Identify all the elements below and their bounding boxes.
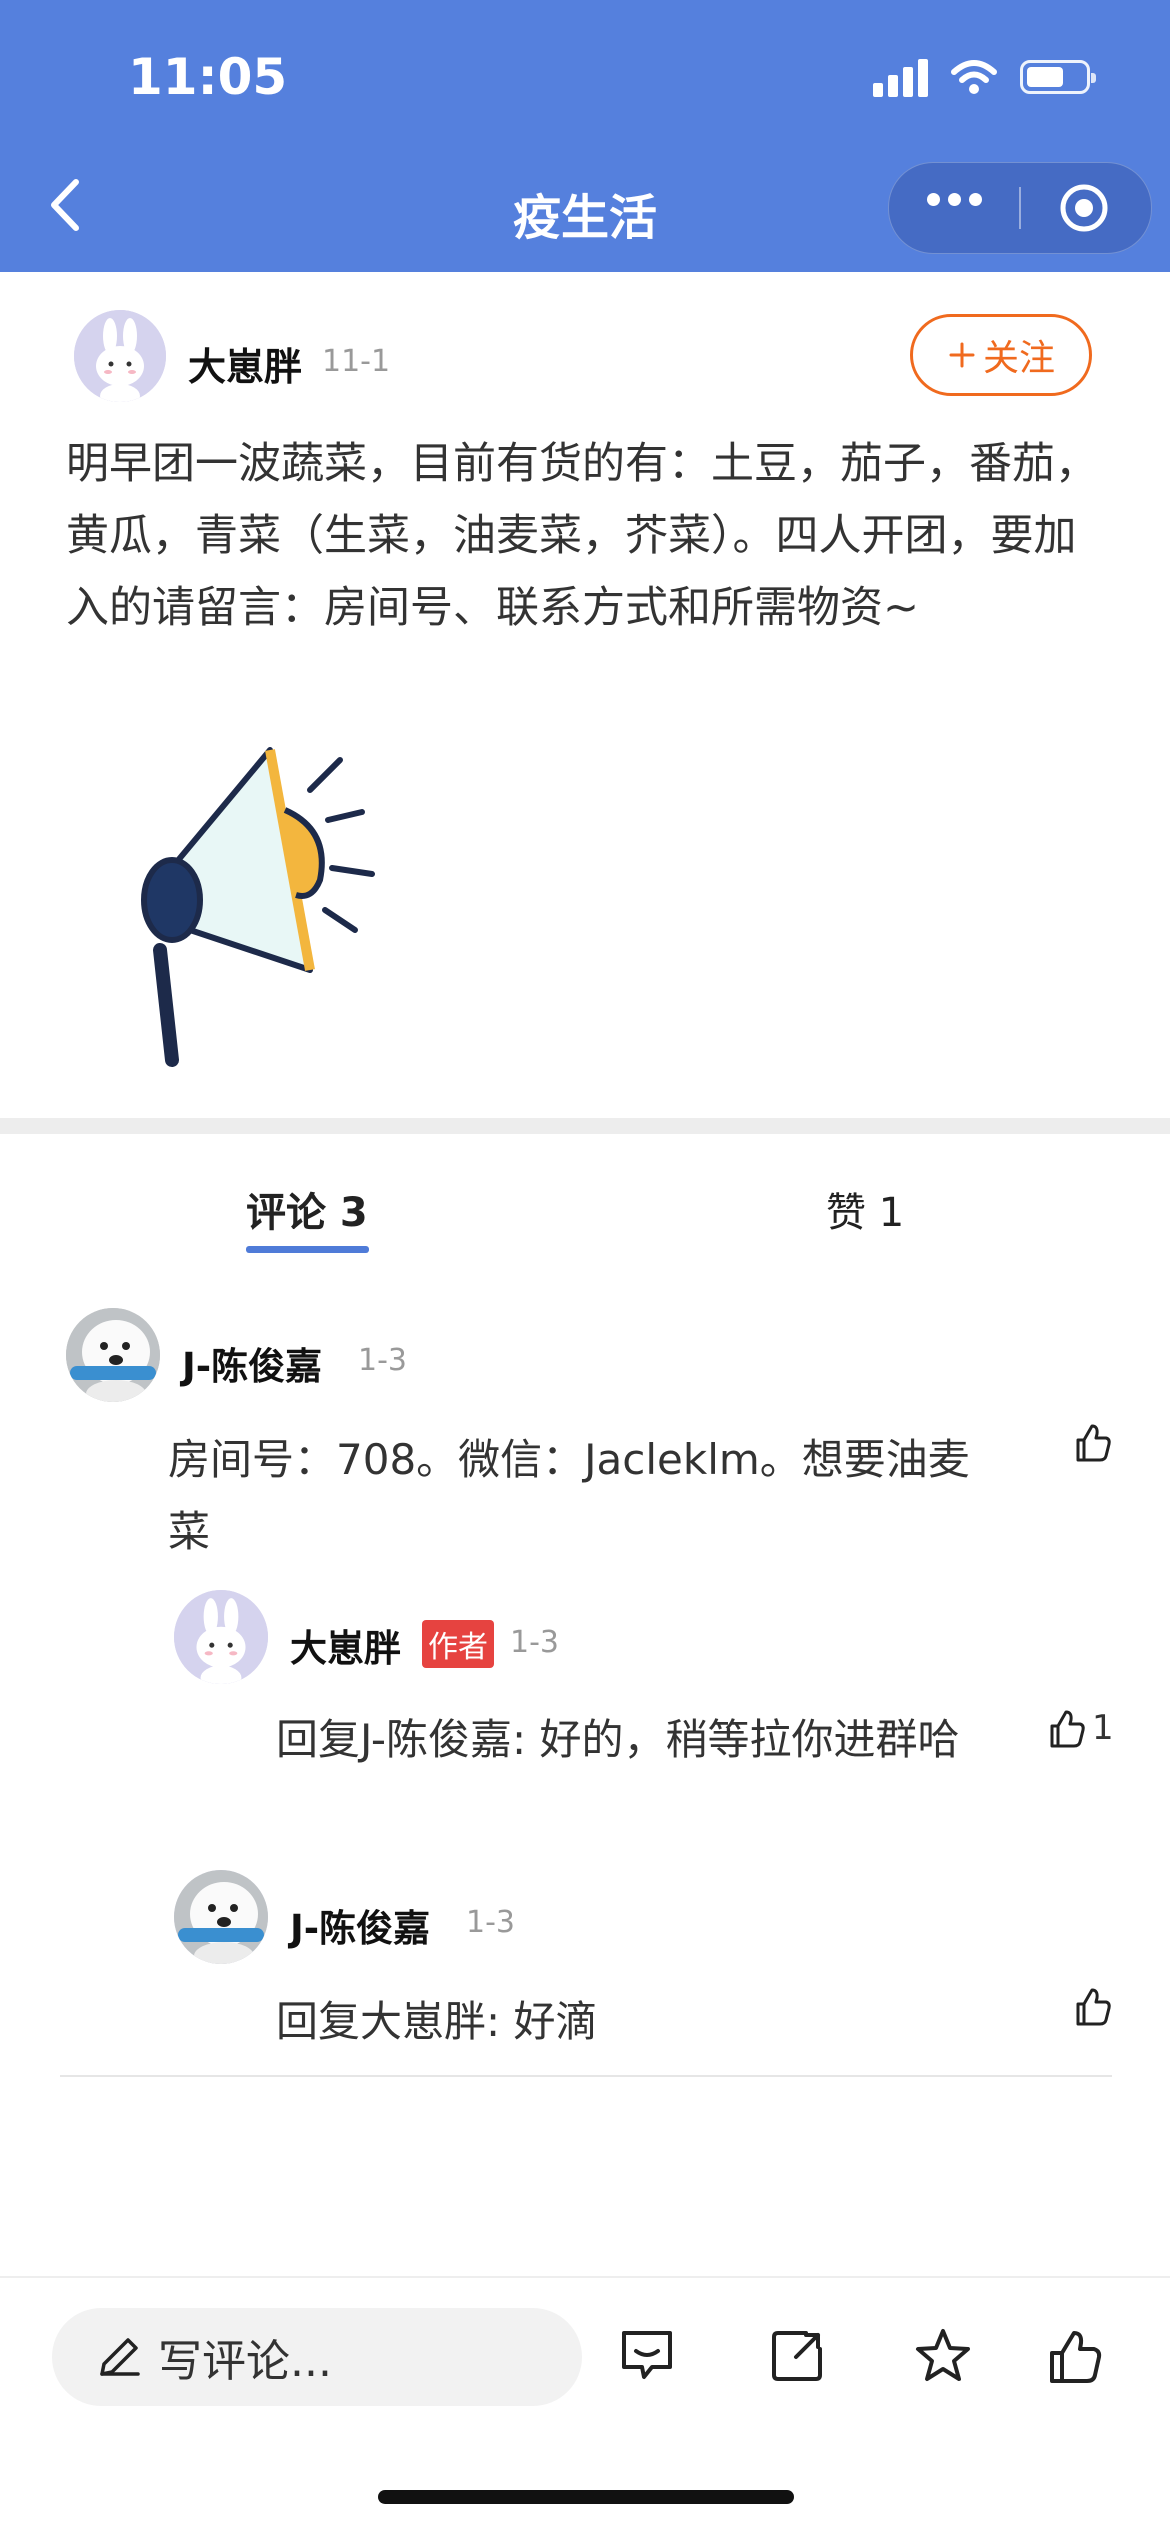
commenter-avatar[interactable] — [66, 1308, 160, 1402]
pencil-icon — [100, 2338, 140, 2376]
post-date: 11-1 — [322, 344, 391, 379]
comment-icon[interactable] — [616, 2325, 678, 2387]
author-badge: 作者 — [422, 1620, 494, 1668]
comment-input[interactable]: 写评论... — [52, 2308, 582, 2406]
wifi-icon — [951, 60, 997, 94]
like-icon[interactable] — [1070, 1984, 1114, 2028]
home-indicator[interactable] — [378, 2490, 794, 2504]
like-icon[interactable] — [1044, 2325, 1106, 2387]
plus-icon — [949, 342, 975, 368]
section-divider — [0, 1118, 1170, 1134]
tab-comments[interactable]: 评论 3 — [246, 1180, 368, 1238]
post-author-name[interactable]: 大崽胖 — [188, 336, 302, 391]
like-icon[interactable] — [1070, 1420, 1114, 1464]
like-icon[interactable] — [1044, 1706, 1088, 1750]
active-tab-indicator — [246, 1246, 369, 1253]
reply-text: 回复大崽胖: 好滴 — [276, 1997, 598, 2046]
comments-end-divider — [60, 2075, 1112, 2077]
mini-program-capsule — [888, 162, 1152, 254]
more-icon[interactable] — [927, 193, 982, 206]
tab-likes[interactable]: 赞 1 — [826, 1180, 904, 1238]
comment-author[interactable]: J-陈俊嘉 — [182, 1336, 322, 1390]
like-count: 1 — [1092, 1708, 1114, 1748]
reply-author[interactable]: J-陈俊嘉 — [290, 1898, 430, 1952]
comment-date: 1-3 — [358, 1343, 407, 1378]
reply-author-avatar[interactable] — [174, 1870, 268, 1964]
bottom-bar-divider — [0, 2276, 1170, 2278]
reply-date: 1-3 — [510, 1625, 559, 1660]
status-icons — [873, 55, 1096, 99]
signal-icon — [873, 57, 928, 97]
post-author-avatar[interactable] — [74, 310, 166, 402]
reply-date: 1-3 — [466, 1905, 515, 1940]
close-target-icon[interactable] — [1057, 181, 1111, 235]
megaphone-image — [141, 747, 375, 1067]
comment-text: 房间号：708。微信：Jaclеklm。想要油麦菜 — [168, 1435, 970, 1556]
follow-label: 关注 — [982, 338, 1055, 379]
status-time: 11:05 — [128, 48, 288, 106]
reply-author-avatar[interactable] — [174, 1590, 268, 1684]
battery-icon — [1020, 60, 1096, 94]
reply-text: 回复J-陈俊嘉: 好的，稍等拉你进群哈 — [276, 1715, 960, 1764]
reply-author[interactable]: 大崽胖 — [290, 1618, 401, 1672]
share-icon[interactable] — [766, 2325, 828, 2387]
app-header: 11:05 疫生活 — [0, 0, 1170, 272]
comment-input-placeholder: 写评论... — [158, 2336, 332, 2387]
post-body: 明早团一波蔬菜，目前有货的有：土豆，茄子，番茄，黄瓜，青菜（生菜，油麦菜，芥菜）… — [66, 439, 1098, 633]
star-icon[interactable] — [912, 2325, 974, 2387]
follow-button[interactable]: 关注 — [910, 314, 1092, 396]
